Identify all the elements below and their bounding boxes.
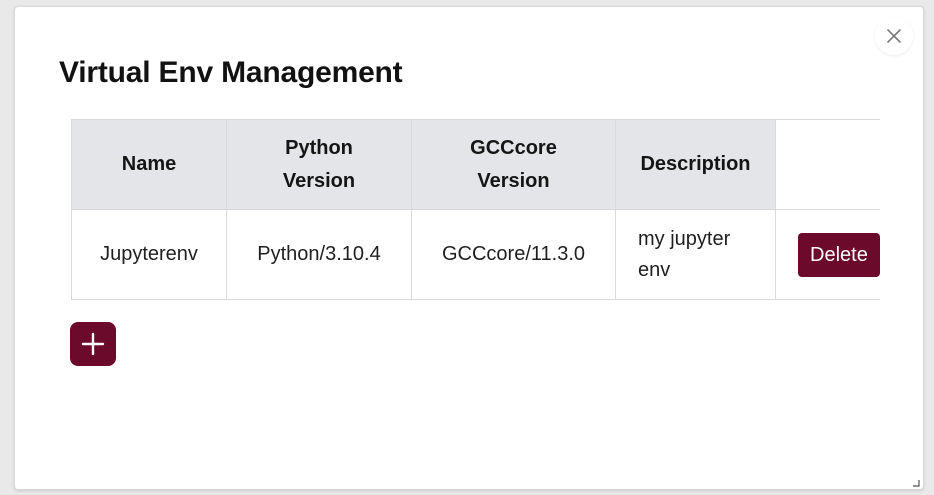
cell-gcccore-version: GCCcore/11.3.0 bbox=[411, 209, 616, 300]
cell-name: Jupyterenv bbox=[71, 209, 227, 300]
cell-python-version: Python/3.10.4 bbox=[226, 209, 412, 300]
dialog-title: Virtual Env Management bbox=[59, 56, 403, 89]
table-header-row: Name Python Version GCCcore Version Desc… bbox=[71, 119, 880, 210]
column-header-python-version: Python Version bbox=[226, 119, 412, 210]
plus-icon bbox=[81, 332, 105, 356]
column-header-gcccore-version: GCCcore Version bbox=[411, 119, 616, 210]
resize-handle-icon[interactable] bbox=[912, 479, 920, 487]
env-table: Name Python Version GCCcore Version Desc… bbox=[71, 119, 880, 300]
close-icon bbox=[887, 29, 901, 43]
column-header-actions bbox=[775, 119, 880, 210]
column-header-name: Name bbox=[71, 119, 227, 210]
env-table-container: Name Python Version GCCcore Version Desc… bbox=[71, 119, 880, 301]
cell-description: my jupyter env bbox=[615, 209, 776, 300]
add-env-button[interactable] bbox=[70, 322, 116, 366]
cell-actions: Delete bbox=[775, 209, 880, 300]
virtual-env-dialog: Virtual Env Management Name Python Versi… bbox=[14, 6, 924, 490]
table-row: Jupyterenv Python/3.10.4 GCCcore/11.3.0 … bbox=[71, 209, 880, 300]
close-button[interactable] bbox=[875, 17, 913, 55]
delete-button[interactable]: Delete bbox=[798, 232, 880, 277]
column-header-description: Description bbox=[615, 119, 776, 210]
